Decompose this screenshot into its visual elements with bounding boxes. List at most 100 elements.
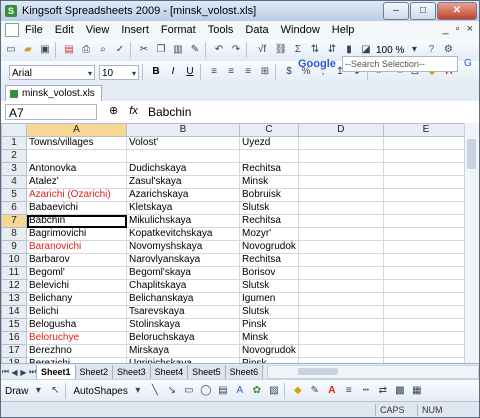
menu-data[interactable]: Data (239, 21, 274, 39)
textbox-icon[interactable]: ▤ (216, 384, 230, 398)
cell-col-e[interactable] (382, 149, 469, 163)
select-all-corner[interactable] (1, 123, 27, 137)
font-size-combo[interactable]: 10 ▾ (99, 64, 139, 80)
cell-col-c[interactable]: Slutsk (239, 279, 299, 293)
cell-col-d[interactable] (297, 214, 384, 228)
autosum-icon[interactable]: Σ (291, 43, 305, 57)
cell-col-c[interactable]: Slutsk (239, 305, 299, 319)
cell-col-b[interactable]: Begoml'skaya (126, 266, 240, 280)
line-color-icon[interactable]: ✎ (308, 384, 322, 398)
sort-ascending-icon[interactable]: ⇅ (308, 43, 322, 57)
cell-col-d[interactable] (297, 240, 384, 254)
cell-col-c[interactable]: Slutsk (239, 201, 299, 215)
cell-col-d[interactable] (297, 149, 384, 163)
cell-col-d[interactable] (297, 279, 384, 293)
name-box[interactable]: A7 (5, 104, 97, 120)
row-header[interactable]: 11 (1, 266, 27, 280)
cell-col-e[interactable] (382, 279, 469, 293)
menu-view[interactable]: View (80, 21, 116, 39)
dash-style-icon[interactable]: ┅ (359, 384, 373, 398)
cell-col-b[interactable]: Volost' (126, 136, 240, 150)
menu-insert[interactable]: Insert (115, 21, 155, 39)
settings-icon[interactable]: ⚙ (441, 43, 455, 57)
fx-icon[interactable]: fx (129, 105, 138, 117)
google-search-icon[interactable]: G (461, 57, 475, 71)
cell-col-e[interactable] (382, 318, 469, 332)
currency-icon[interactable]: $ (282, 65, 296, 79)
print-icon[interactable]: ⎙ (79, 43, 93, 57)
cell-col-e[interactable] (382, 201, 469, 215)
cell-col-e[interactable] (382, 227, 469, 241)
cut-icon[interactable]: ✂ (137, 43, 151, 57)
draw-dropdown-icon[interactable]: ▾ (31, 384, 45, 398)
rectangle-icon[interactable]: ▭ (182, 384, 196, 398)
cell-col-b[interactable]: Narovlyanskaya (126, 253, 240, 267)
autoshapes-dropdown-icon[interactable]: ▾ (131, 384, 145, 398)
cell-col-a[interactable]: Barbarov (26, 253, 127, 267)
cell-col-b[interactable]: Kopatkevitchskaya (126, 227, 240, 241)
cell-col-d[interactable] (297, 201, 384, 215)
sort-descending-icon[interactable]: ⇵ (325, 43, 339, 57)
cell-col-c[interactable] (239, 149, 299, 163)
cell-col-d[interactable] (297, 253, 384, 267)
underline-button[interactable]: U (183, 65, 197, 79)
zoom-combo[interactable]: 100 % (376, 45, 404, 56)
cell-col-a[interactable]: Begoml' (26, 266, 127, 280)
cell-col-a[interactable]: Baranovichi (26, 240, 127, 254)
close-button[interactable]: ✕ (437, 2, 477, 20)
row-header[interactable]: 13 (1, 292, 27, 306)
line-icon[interactable]: ╲ (148, 384, 162, 398)
spellcheck-icon[interactable]: ✓ (113, 43, 127, 57)
row-header[interactable]: 9 (1, 240, 27, 254)
cell-col-d[interactable] (297, 266, 384, 280)
cell-col-c[interactable]: Borisov (239, 266, 299, 280)
cell-col-c[interactable]: Bobruisk (239, 188, 299, 202)
copy-icon[interactable]: ❐ (154, 43, 168, 57)
cell-col-b[interactable] (126, 149, 240, 163)
help-icon[interactable]: ? (424, 43, 438, 57)
cell-col-c[interactable]: Mozyr' (239, 227, 299, 241)
cell-col-c[interactable]: Igumen (239, 292, 299, 306)
oval-icon[interactable]: ◯ (199, 384, 213, 398)
cell-col-b[interactable]: Stolinskaya (126, 318, 240, 332)
align-center-icon[interactable]: ≡ (224, 65, 238, 79)
cell-col-d[interactable] (297, 175, 384, 189)
cell-col-d[interactable] (297, 305, 384, 319)
column-header-d[interactable]: D (297, 123, 384, 137)
menu-file[interactable]: File (19, 21, 49, 39)
sheet-tab-3[interactable]: Sheet3 (112, 364, 151, 380)
menu-edit[interactable]: Edit (49, 21, 80, 39)
menu-format[interactable]: Format (155, 21, 202, 39)
row-header[interactable]: 5 (1, 188, 27, 202)
cell-col-d[interactable] (297, 136, 384, 150)
paste-icon[interactable]: ▥ (171, 43, 185, 57)
column-header-a[interactable]: A (26, 123, 127, 137)
cell-col-e[interactable] (382, 305, 469, 319)
align-right-icon[interactable]: ≡ (241, 65, 255, 79)
cell-col-b[interactable]: Belichanskaya (126, 292, 240, 306)
redo-icon[interactable]: ↷ (229, 43, 243, 57)
menu-window[interactable]: Window (275, 21, 326, 39)
first-sheet-icon[interactable]: ⏮ (1, 367, 10, 377)
cell-col-e[interactable] (382, 344, 469, 358)
cell-col-e[interactable] (382, 162, 469, 176)
minimize-button[interactable]: – (383, 2, 409, 20)
cell-col-a[interactable]: Antonovka (26, 162, 127, 176)
clipart-icon[interactable]: ✿ (250, 384, 264, 398)
zoom-dropdown-icon[interactable]: ▾ (407, 43, 421, 57)
row-header[interactable]: 3 (1, 162, 27, 176)
prev-sheet-icon[interactable]: ◀ (10, 368, 19, 377)
cell-col-b[interactable]: Azarichskaya (126, 188, 240, 202)
cell-col-a[interactable]: Babaevichi (26, 201, 127, 215)
cell-col-e[interactable] (382, 188, 469, 202)
row-header[interactable]: 1 (1, 136, 27, 150)
row-header[interactable]: 2 (1, 149, 27, 163)
font-name-combo[interactable]: Arial ▾ (9, 64, 95, 80)
maximize-button[interactable]: □ (410, 2, 436, 20)
row-header[interactable]: 16 (1, 331, 27, 345)
cell-col-d[interactable] (297, 188, 384, 202)
draw-fill-color-icon[interactable]: ◆ (291, 384, 305, 398)
google-search-input[interactable]: --Search Selection-- (341, 56, 458, 72)
cell-col-b[interactable]: Chaplitskaya (126, 279, 240, 293)
row-header[interactable]: 7 (1, 214, 27, 228)
